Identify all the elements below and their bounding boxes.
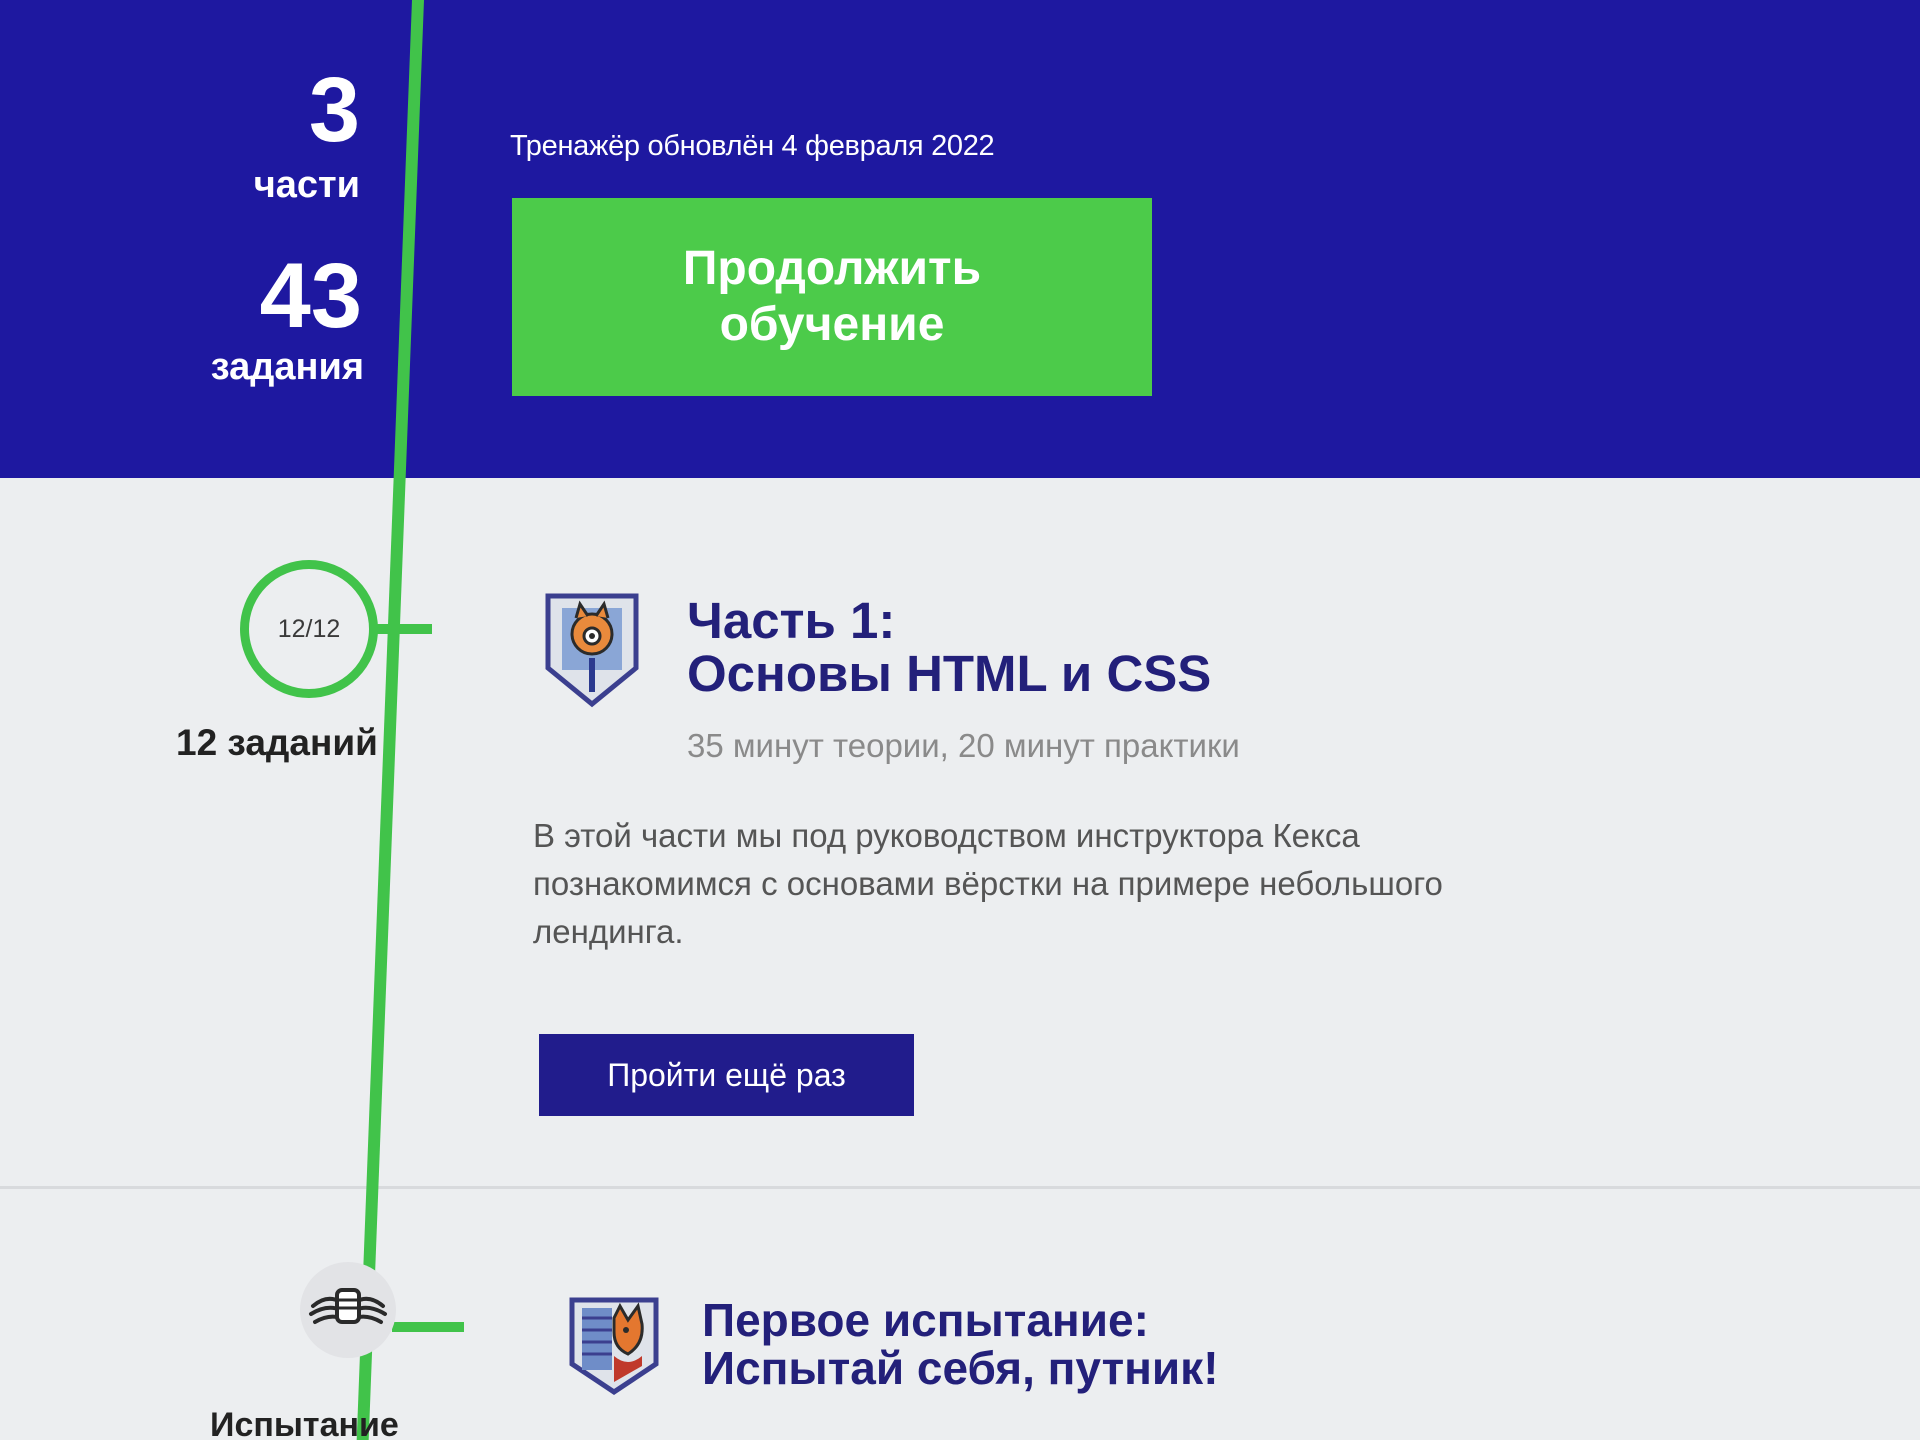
fist-wings-emblem-icon (300, 1262, 396, 1358)
trial-title-line1: Первое испытание: (702, 1294, 1149, 1346)
trial-title-line2: Испытай себя, путник! (702, 1342, 1219, 1394)
part1-title: Часть 1: Основы HTML и CSS (687, 594, 1211, 700)
retry-part1-button[interactable]: Пройти ещё раз (539, 1034, 914, 1116)
cat-inspector-badge-icon (542, 592, 642, 708)
part1-title-line1: Часть 1: (687, 592, 896, 649)
parts-count: 3 (308, 59, 360, 161)
part1-duration: 35 минут теории, 20 минут практики (687, 727, 1240, 764)
part1-description: В этой части мы под руководством инструк… (533, 817, 1443, 950)
trial-title: Первое испытание: Испытай себя, путник! (702, 1296, 1219, 1392)
tasks-total-count: 43 (259, 245, 362, 347)
section-divider (0, 1186, 1920, 1189)
fox-badge-icon (568, 1296, 660, 1396)
part1-progress-text: 12/12 (277, 614, 341, 643)
trial-label: Испытание (210, 1406, 399, 1440)
part1-connector (370, 624, 432, 634)
tasks-total-label: задания (210, 346, 364, 388)
trial-connector (392, 1322, 464, 1332)
part1-title-line2: Основы HTML и CSS (687, 645, 1212, 702)
hero-section: 3 части 43 задания Тренажёр обновлён 4 ф… (0, 0, 1920, 478)
part1-progress-ring: 12/12 (240, 560, 378, 698)
part1-tasks-count: 12 заданий (176, 722, 378, 763)
continue-learning-button[interactable]: Продолжить обучение (512, 198, 1152, 396)
updated-date-text: Тренажёр обновлён 4 февраля 2022 (510, 130, 995, 162)
parts-label: части (253, 164, 360, 206)
